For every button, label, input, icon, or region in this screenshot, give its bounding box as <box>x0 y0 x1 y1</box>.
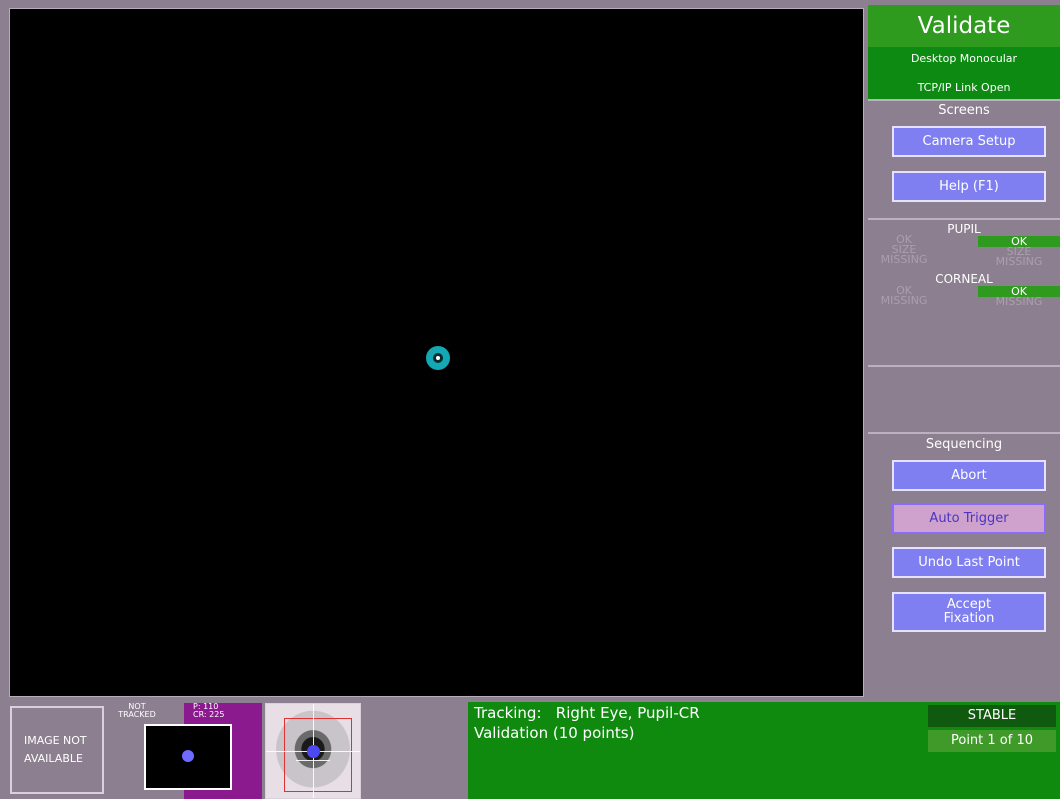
pupil-marker-icon <box>307 745 320 758</box>
cr-crosshair <box>296 760 330 761</box>
auto-trigger-button[interactable]: Auto Trigger <box>892 503 1046 534</box>
calibration-target-icon <box>426 346 450 370</box>
validation-info: Validation (10 points) <box>474 724 635 742</box>
bottom-bar: IMAGE NOT AVAILABLE NOT TRACKED P: 110 C… <box>0 700 1060 799</box>
left-pupil-indicator: OK SIZE MISSING <box>880 233 928 266</box>
eye-camera-image[interactable] <box>265 703 361 799</box>
camera-setup-button[interactable]: Camera Setup <box>892 126 1046 157</box>
undo-last-point-button[interactable]: Undo Last Point <box>892 547 1046 578</box>
divider <box>868 218 1060 220</box>
control-panel: Validate Desktop Monocular TCP/IP Link O… <box>868 5 1060 702</box>
gaze-dot-icon <box>182 750 194 762</box>
stability-badge: STABLE <box>928 705 1056 727</box>
page-title: Validate <box>868 5 1060 47</box>
accept-fixation-button[interactable]: Accept Fixation <box>892 592 1046 632</box>
link-status: TCP/IP Link Open <box>917 81 1011 94</box>
point-progress: Point 1 of 10 <box>928 730 1056 752</box>
tracking-state-label: NOT TRACKED <box>118 702 156 719</box>
divider <box>868 99 1060 101</box>
camera-image-placeholder: IMAGE NOT AVAILABLE <box>10 706 104 794</box>
gaze-preview <box>144 724 232 790</box>
tracker-mode: Desktop Monocular <box>910 52 1018 65</box>
left-corneal-indicator: OK MISSING <box>880 284 928 307</box>
right-corneal-indicator: MISSING <box>995 295 1043 308</box>
screens-section-title: Screens <box>938 103 990 118</box>
divider <box>868 432 1060 434</box>
tracking-info: Tracking: Right Eye, Pupil-CR <box>474 704 700 722</box>
sequencing-section-title: Sequencing <box>925 437 1003 452</box>
divider <box>868 365 1060 367</box>
threshold-values: P: 110 CR: 225 <box>193 703 243 719</box>
abort-button[interactable]: Abort <box>892 460 1046 491</box>
cr-threshold: CR: 225 <box>193 710 225 719</box>
status-header: Desktop Monocular TCP/IP Link Open <box>868 47 1060 99</box>
help-button[interactable]: Help (F1) <box>892 171 1046 202</box>
right-pupil-indicator: SIZE MISSING <box>995 245 1043 268</box>
